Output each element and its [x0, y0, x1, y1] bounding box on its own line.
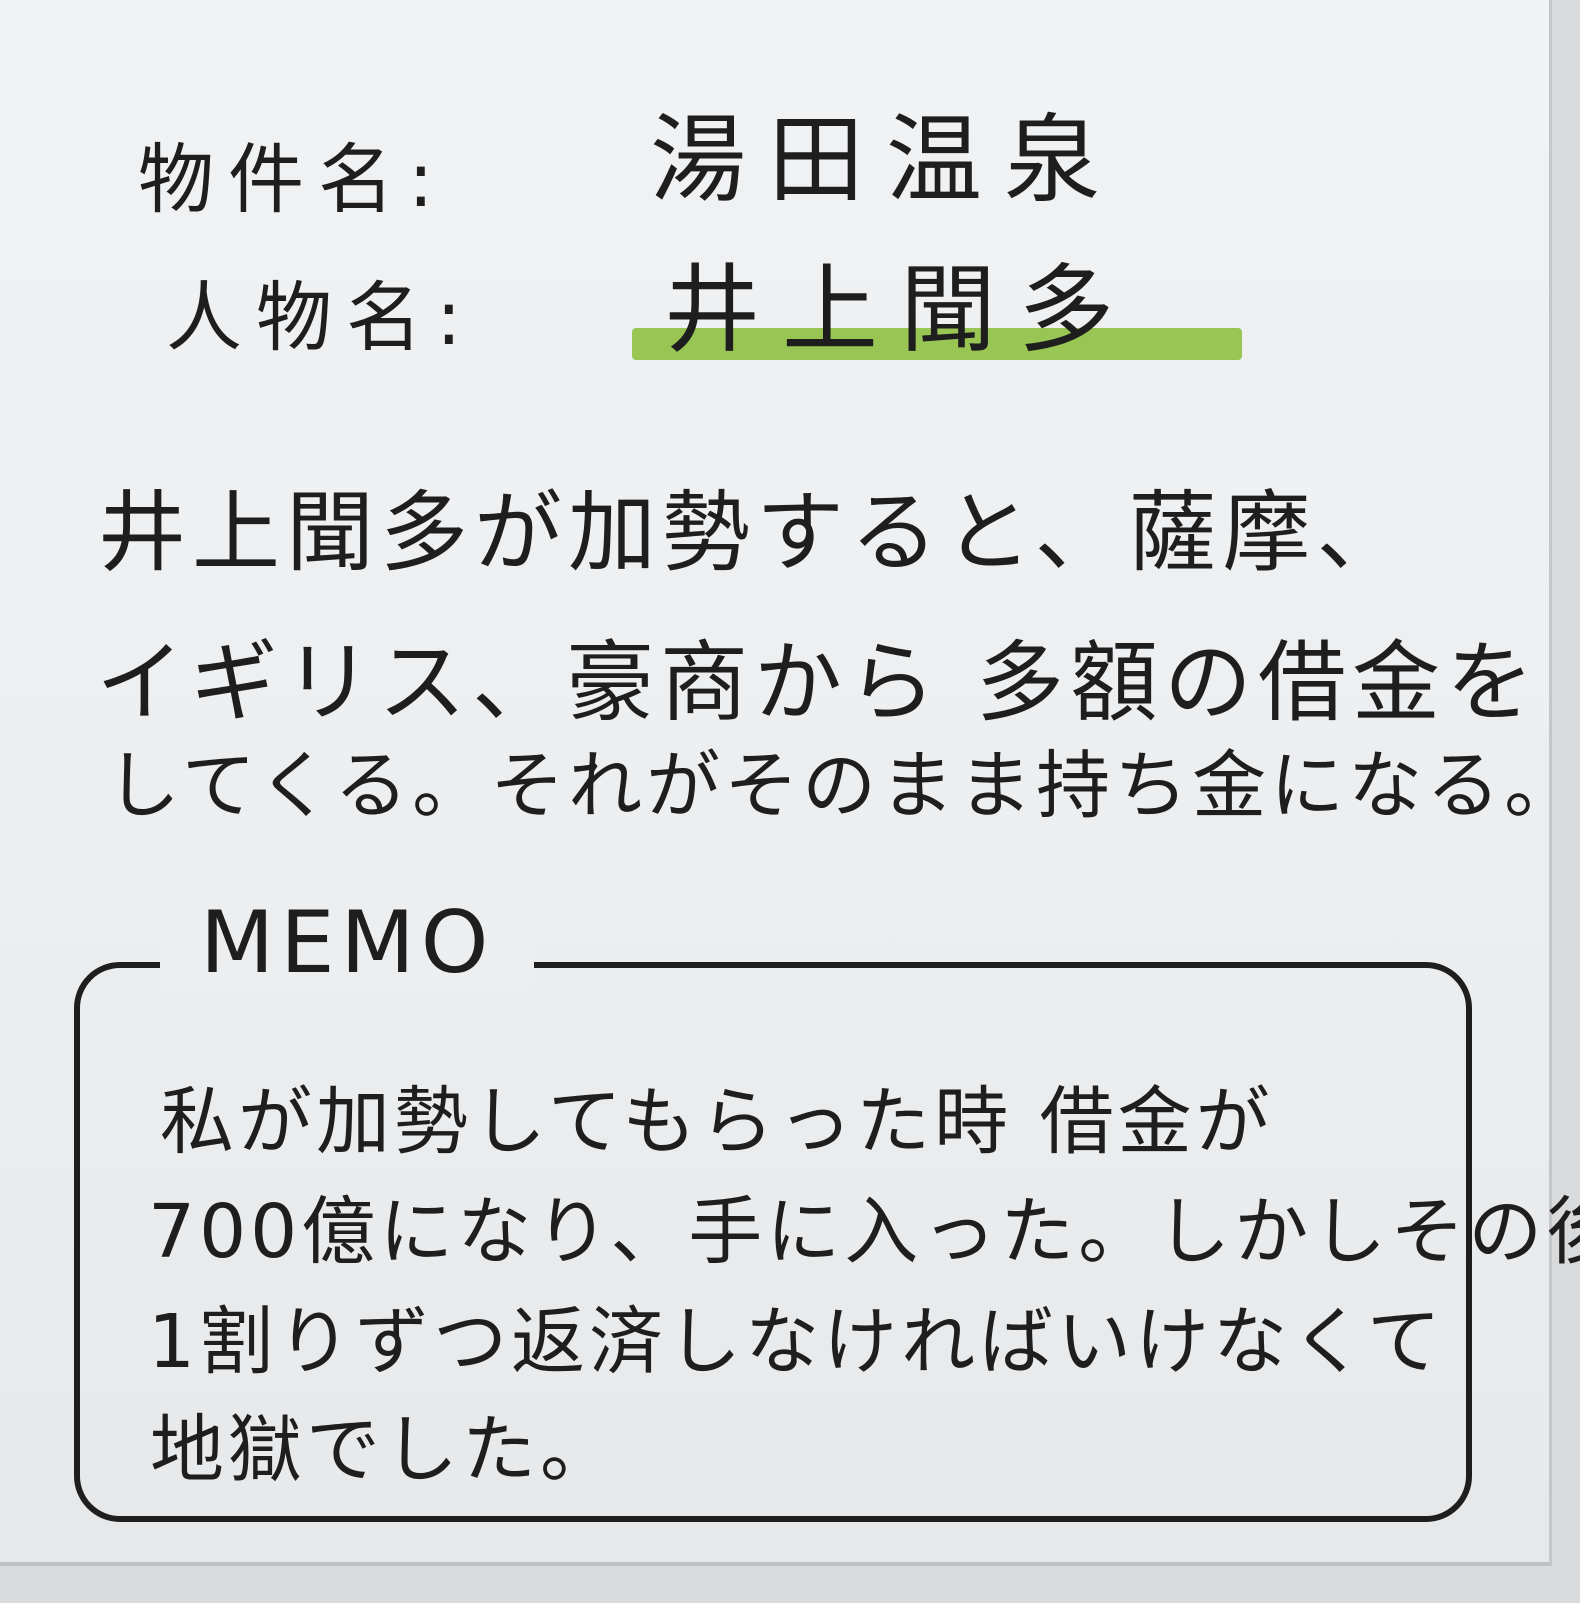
note-card: 物件名: 湯田温泉 人物名: 井上聞多 井上聞多が加勢すると、薩摩、 イギリス、… [0, 0, 1580, 1566]
person-name-value: 井上聞多 [664, 254, 1136, 366]
person-name-label: 人物名: [166, 273, 476, 362]
memo-line-3: 1割りずつ返済しなければいけなくて [148, 1299, 1445, 1385]
memo-line-4: 地獄でした。 [150, 1407, 618, 1493]
property-name-value: 湯田温泉 [650, 104, 1122, 216]
property-name-label: 物件名: [138, 135, 448, 224]
memo-line-1: 私が加勢してもらった時 借金が [160, 1079, 1274, 1165]
memo-title: MEMO [160, 900, 535, 986]
description-line-2: イギリス、豪商から 多額の借金を [96, 631, 1540, 734]
description-line-3: してくる。それがそのまま持ち金になる。 [106, 743, 1580, 829]
description-line-1: 井上聞多が加勢すると、薩摩、 [98, 481, 1411, 584]
page: 物件名: 湯田温泉 人物名: 井上聞多 井上聞多が加勢すると、薩摩、 イギリス、… [0, 0, 1580, 1603]
memo-line-2: 700億になり、手に入った。しかしその後 [148, 1189, 1580, 1275]
